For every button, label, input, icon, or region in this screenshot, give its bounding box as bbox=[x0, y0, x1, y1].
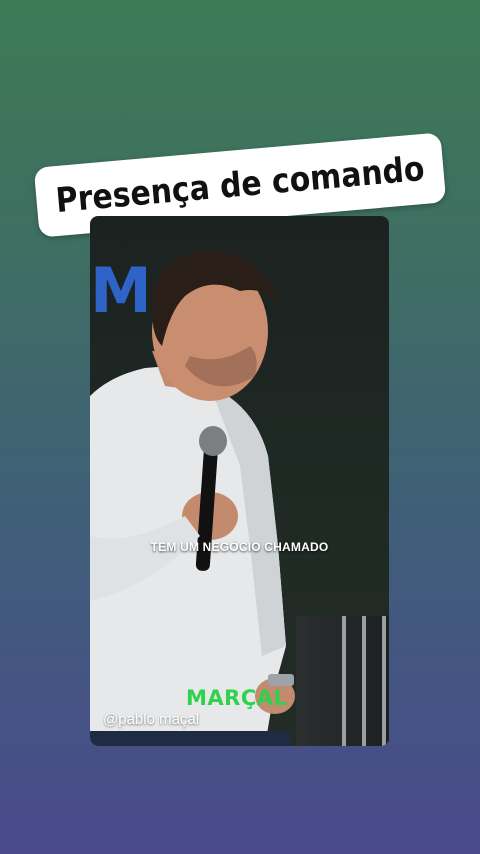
story-screen: { "title": "Presença de comando", "video… bbox=[0, 0, 480, 854]
creator-handle[interactable]: @pablo maçal bbox=[103, 711, 199, 728]
title-text: Presença de comando bbox=[54, 148, 426, 222]
speaker-figure bbox=[90, 251, 295, 746]
video-player[interactable]: M TEM UM NEGÓCIO CHAMADO MARÇAL @pablo m… bbox=[90, 216, 389, 746]
subtitle-caption: TEM UM NEGÓCIO CHAMADO bbox=[150, 540, 329, 554]
watermark-logo: MARÇAL bbox=[186, 686, 288, 710]
